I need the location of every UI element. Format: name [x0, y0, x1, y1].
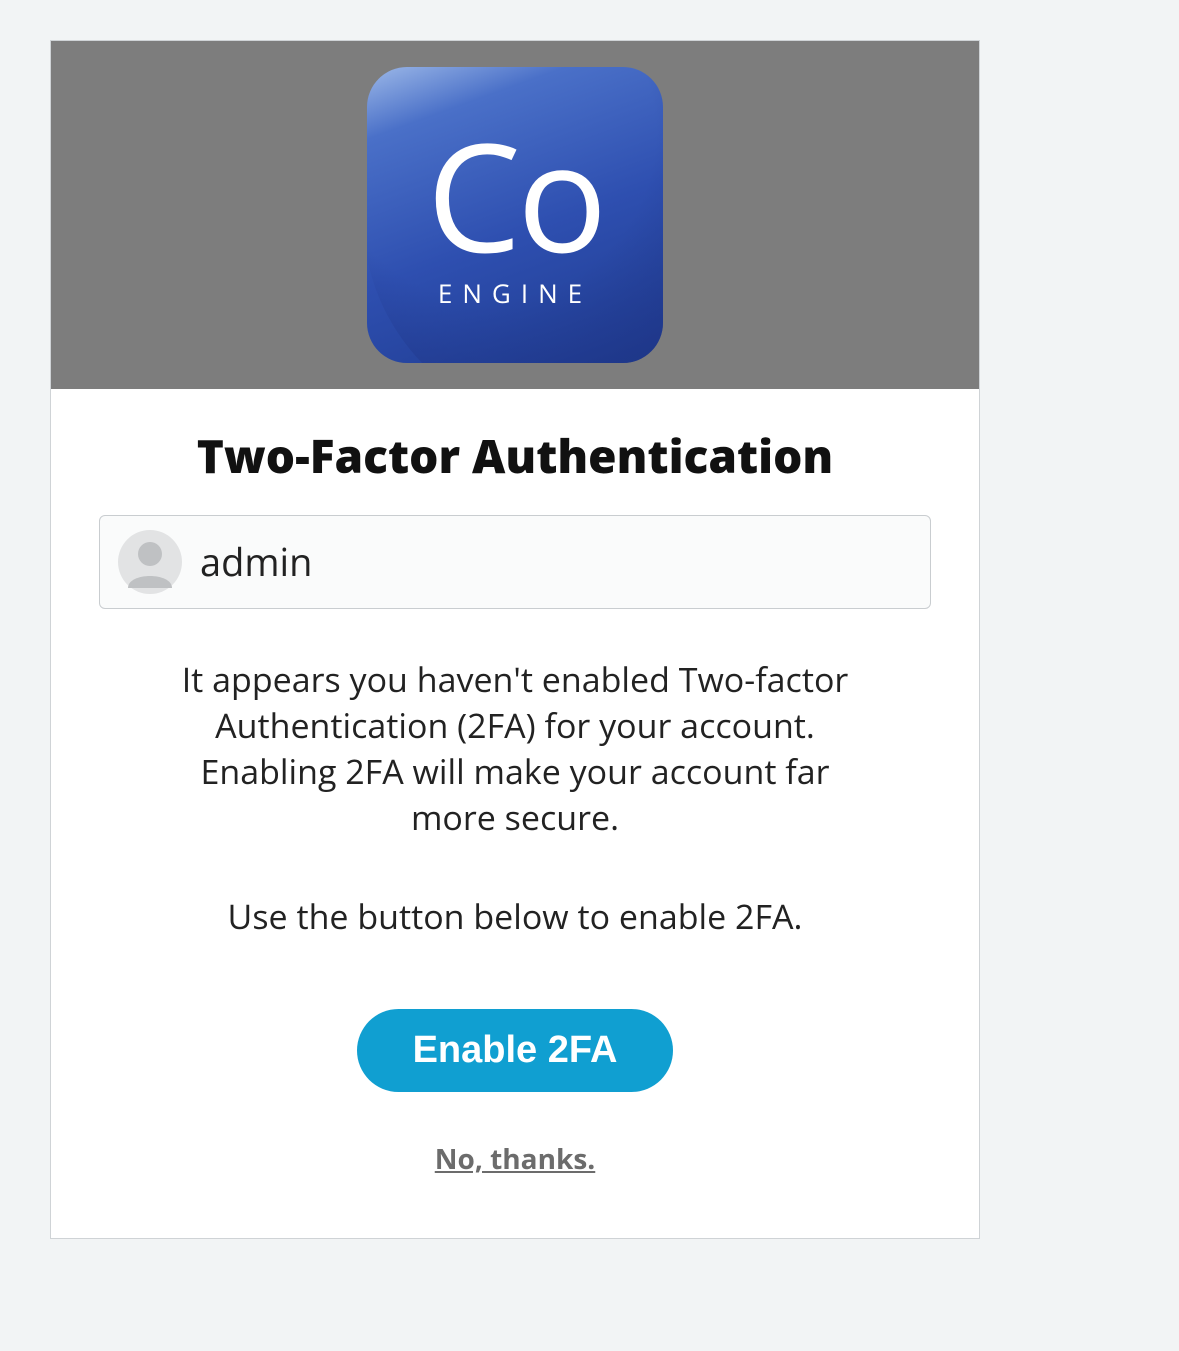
username: admin: [200, 536, 312, 588]
card-body: Two-Factor Authentication admin It appea…: [51, 389, 979, 1238]
avatar-icon: [118, 530, 182, 594]
auth-card: Co ENGINE Two-Factor Authentication admi…: [50, 40, 980, 1239]
page-title: Two-Factor Authentication: [99, 425, 931, 487]
enable-2fa-button[interactable]: Enable 2FA: [357, 1009, 674, 1092]
logo-subtext: ENGINE: [438, 275, 592, 311]
user-box: admin: [99, 515, 931, 609]
instruction-text: Use the button below to enable 2FA.: [99, 893, 931, 939]
app-logo: Co ENGINE: [367, 67, 663, 363]
decline-link[interactable]: No, thanks.: [435, 1140, 596, 1178]
logo-symbol: Co: [427, 119, 604, 269]
card-header: Co ENGINE: [51, 41, 979, 389]
description-text: It appears you haven't enabled Two-facto…: [155, 657, 875, 841]
